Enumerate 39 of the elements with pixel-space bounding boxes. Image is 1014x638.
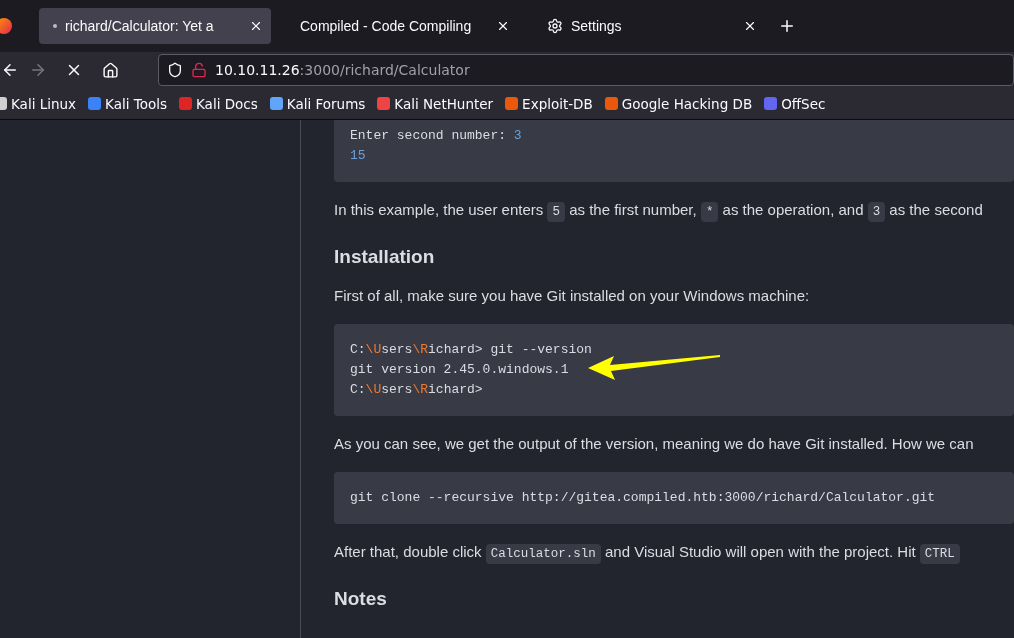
paragraph: First of all, make sure you have Git installed on your Windows machine:: [334, 286, 811, 306]
code-line: C:\Users\Richard>: [350, 381, 483, 399]
settings-icon: [547, 18, 563, 34]
browser-tab[interactable]: Settings: [533, 8, 765, 44]
bookmark[interactable]: OffSec: [764, 95, 826, 112]
tab-title: Settings: [571, 18, 623, 34]
section-heading: Installation: [334, 246, 436, 268]
forward-icon[interactable]: [29, 61, 47, 79]
tab-title: richard/Calculator: Yet a: [65, 18, 215, 34]
bookmark[interactable]: Kali Docs: [179, 95, 258, 112]
dot-icon: [53, 24, 57, 28]
tab-title: Compiled - Code Compiling: [300, 18, 473, 34]
paragraph: After that, double click Calculator.sln and Visual Studio will open with the project. Hit CTRL: [334, 540, 1014, 566]
section-heading: Notes: [334, 588, 388, 610]
paragraph: As you can see, we get the output of the version, meaning we do have Git installed. How we can: [334, 434, 975, 454]
new-tab-icon[interactable]: [778, 17, 796, 35]
browser-tab[interactable]: richard/Calculator: Yet a: [39, 8, 271, 44]
bookmark[interactable]: Kali Forums: [269, 95, 366, 112]
home-icon[interactable]: [101, 61, 119, 79]
code-line: git clone --recursive http://gitea.compiled.htb:3000/richard/Calculator.git: [350, 489, 936, 507]
code-line: git version 2.45.0.windows.1: [350, 361, 569, 379]
bookmark[interactable]: Kali NetHunter: [377, 95, 494, 112]
shield-icon: [167, 62, 183, 78]
address-bar[interactable]: 10.10.11.26:3000/richard/Calculator: [158, 54, 1014, 86]
bookmark[interactable]: Kali Tools: [88, 95, 167, 112]
close-icon[interactable]: [743, 19, 757, 33]
browser-tab[interactable]: Compiled - Code Compiling: [286, 8, 518, 44]
bookmark[interactable]: Kali Linux: [0, 95, 77, 112]
code-line: 15: [350, 147, 366, 165]
bookmark[interactable]: Exploit-DB: [505, 95, 593, 112]
paragraph: In this example, the user enters 5 as the first number, * as the operation, and 3 as the second: [334, 198, 1014, 224]
bookmark[interactable]: Google Hacking DB: [604, 95, 753, 112]
insecure-lock-icon: [191, 62, 207, 78]
close-icon[interactable]: [496, 19, 510, 33]
close-icon[interactable]: [249, 19, 263, 33]
code-line: C:\Users\Richard> git --version: [350, 341, 592, 359]
browser-logo-icon[interactable]: [0, 18, 12, 34]
back-icon[interactable]: [1, 61, 19, 79]
code-line: Enter second number: 3: [350, 127, 522, 145]
